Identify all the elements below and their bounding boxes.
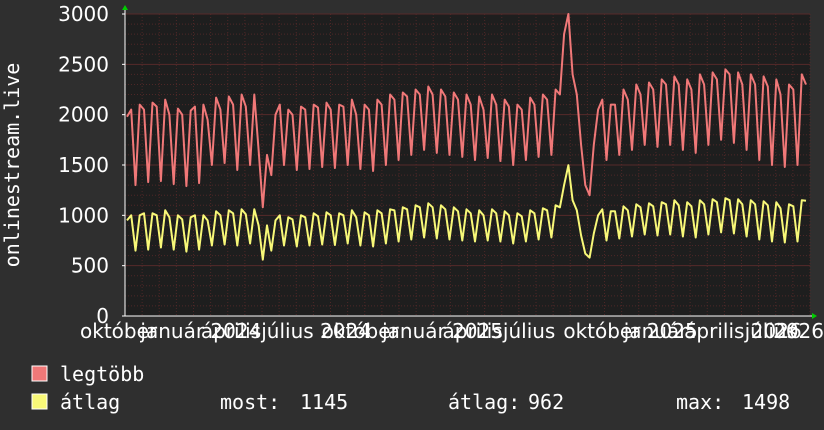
stat-avg-value: 962 xyxy=(528,390,564,414)
x-tick-labels: októberjanuár 2024április július 2024októ… xyxy=(80,319,824,343)
stat-max-value: 1498 xyxy=(742,390,790,414)
legend: legtöbb átlag most: 1145 átlag: 962 max:… xyxy=(31,362,790,414)
stat-now-value: 1145 xyxy=(300,390,348,414)
y-tick-label: 2500 xyxy=(58,52,109,76)
y-axis-arrow xyxy=(122,5,128,10)
stat-avg-label: átlag: xyxy=(448,390,520,414)
x-tick-label: április xyxy=(201,319,261,343)
x-tick-label: július xyxy=(502,319,555,343)
legend-label-legtobb: legtöbb xyxy=(60,362,144,386)
y-tick-label: 1000 xyxy=(58,203,109,227)
stat-max-label: max: xyxy=(676,390,724,414)
y-tick-label: 2000 xyxy=(58,103,109,127)
x-tick-label: január xyxy=(623,319,688,343)
chart: 050010001500200025003000 októberjanuár 2… xyxy=(0,2,824,414)
legend-swatch-atlag xyxy=(31,393,48,410)
y-axis-title: onlinestream.live xyxy=(0,63,24,268)
y-tick-label: 3000 xyxy=(58,2,109,26)
y-tick-label: 1500 xyxy=(58,153,109,177)
legend-swatch-legtobb xyxy=(31,365,48,382)
stat-now-label: most: xyxy=(220,390,280,414)
y-tick-label: 500 xyxy=(71,254,109,278)
x-tick-label: 2026 xyxy=(773,319,824,343)
x-tick-label: április xyxy=(443,319,503,343)
y-tick-labels: 050010001500200025003000 xyxy=(58,2,125,328)
legend-label-atlag: átlag xyxy=(60,390,120,414)
